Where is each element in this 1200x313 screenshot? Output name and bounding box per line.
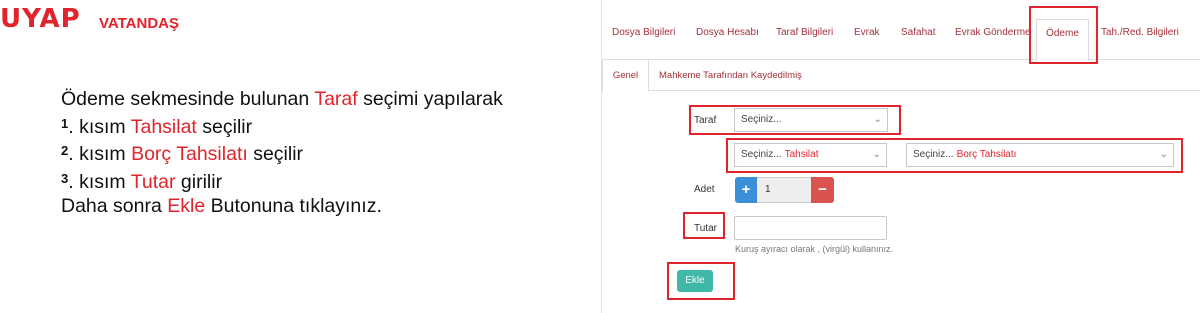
highlight-ekle: [667, 262, 735, 300]
logo-sub-text: VATANDAŞ: [99, 15, 179, 32]
subtab-mahkeme-kaydedilmis[interactable]: Mahkeme Tarafından Kaydedilmiş: [659, 60, 802, 91]
adet-label: Adet: [694, 184, 715, 195]
tab-dosya-hesabi[interactable]: Dosya Hesabı: [696, 19, 759, 60]
odeme-panel: Dosya Bilgileri Dosya Hesabı Taraf Bilgi…: [601, 0, 1200, 313]
instruction-line-2: 1. kısım Tahsilat seçilir: [61, 112, 503, 140]
instruction-text: seçimi yapılarak: [357, 88, 503, 110]
instruction-text: girilir: [175, 170, 223, 193]
adet-input[interactable]: 1: [757, 177, 811, 203]
tab-evrak[interactable]: Evrak: [854, 19, 880, 60]
tab-dosya-bilgileri[interactable]: Dosya Bilgileri: [612, 19, 675, 60]
main-tabs: Dosya Bilgileri Dosya Hesabı Taraf Bilgi…: [602, 19, 1200, 61]
instruction-text: . kısım: [68, 115, 131, 138]
tutar-input[interactable]: [734, 216, 887, 240]
decrement-button[interactable]: −: [811, 177, 834, 203]
tutar-hint: Kuruş ayıracı olarak , (virgül) kullanın…: [735, 244, 894, 254]
instruction-highlight: Tutar: [130, 170, 176, 193]
logo-main-text: UYAP: [0, 4, 81, 34]
tab-tah-red-bilgileri[interactable]: Tah./Red. Bilgileri: [1101, 19, 1179, 60]
tab-safahat[interactable]: Safahat: [901, 19, 935, 60]
tab-taraf-bilgileri[interactable]: Taraf Bilgileri: [776, 19, 833, 60]
highlight-taraf: [689, 105, 901, 135]
highlight-tahsilat-selects: [726, 138, 1183, 173]
instruction-line-3: 2. kısım Borç Tahsilatı seçilir: [61, 139, 503, 167]
instruction-text: . kısım: [68, 170, 131, 193]
increment-button[interactable]: +: [735, 177, 757, 203]
instruction-text: Butonuna tıklayınız.: [205, 195, 382, 217]
instruction-highlight: Ekle: [167, 195, 206, 217]
instruction-highlight: Borç Tahsilatı: [131, 143, 248, 165]
highlight-odeme-tab: [1029, 6, 1098, 64]
instructions: Ödeme sekmesinde bulunan Taraf seçimi ya…: [61, 87, 503, 219]
instruction-line-1: Ödeme sekmesinde bulunan Taraf seçimi ya…: [61, 87, 503, 112]
instruction-text: Daha sonra: [61, 195, 168, 217]
instruction-line-4: 3. kısım Tutar girilir: [61, 167, 503, 195]
instruction-line-5: Daha sonra Ekle Butonuna tıklayınız.: [61, 194, 503, 219]
sub-tabs: Genel Mahkeme Tarafından Kaydedilmiş: [602, 60, 1200, 92]
instruction-text: seçilir: [247, 143, 304, 165]
tab-evrak-gonderme[interactable]: Evrak Gönderme: [955, 19, 1031, 60]
subtab-genel[interactable]: Genel: [602, 60, 649, 92]
instruction-highlight: Taraf: [314, 88, 358, 110]
instruction-text: . kısım: [68, 143, 132, 165]
instruction-highlight: Tahsilat: [130, 115, 197, 138]
highlight-tutar: [683, 212, 725, 239]
instruction-text: Ödeme sekmesinde bulunan: [61, 88, 315, 110]
instruction-text: seçilir: [196, 115, 253, 138]
